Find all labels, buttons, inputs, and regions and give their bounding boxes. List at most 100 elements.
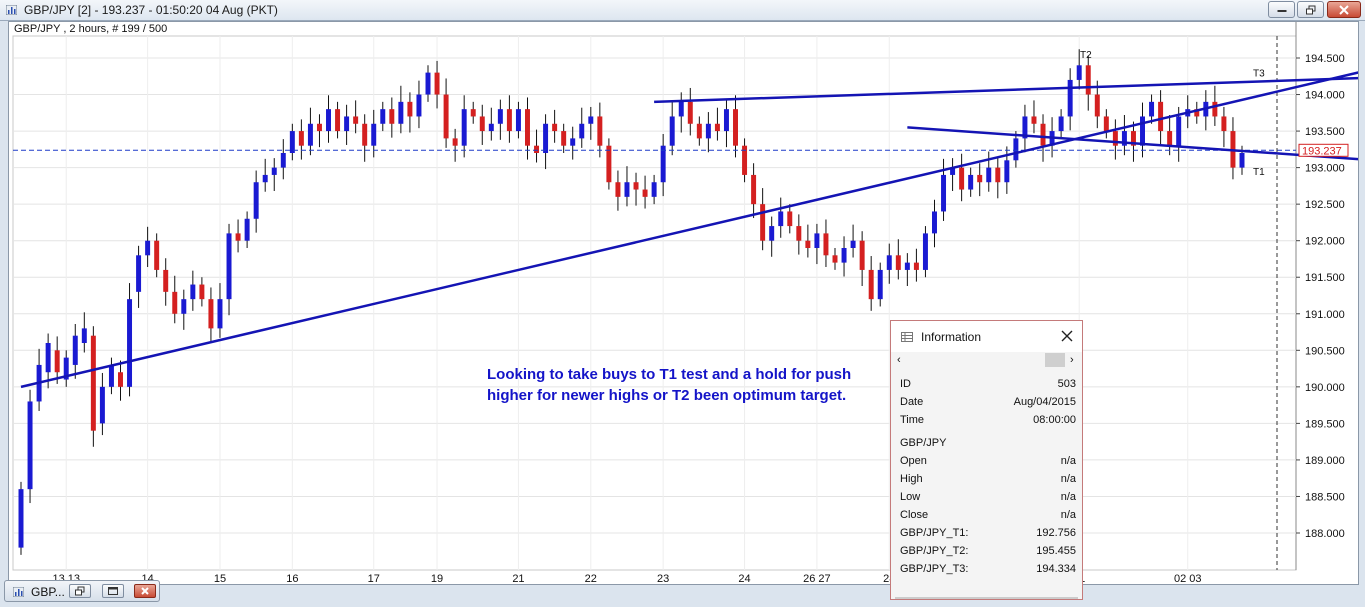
scroll-left-icon[interactable]: ‹ (897, 354, 901, 366)
annotation-line-1: Looking to take buys to T1 test and a ho… (487, 366, 852, 383)
bear-candle (859, 240, 865, 270)
grid-icon (901, 332, 913, 342)
bear-candle (696, 123, 702, 139)
current-price-label: 193.237 (1302, 145, 1342, 157)
bull-candle (181, 299, 187, 314)
bull-candle (488, 123, 494, 132)
bull-candle (425, 72, 431, 95)
bear-candle (615, 182, 621, 197)
bear-candle (913, 262, 919, 270)
minimized-maximize-button[interactable] (102, 584, 124, 598)
bull-candle (986, 167, 992, 183)
price-tick-label: 189.500 (1305, 418, 1345, 430)
bull-candle (271, 167, 277, 175)
bear-candle (316, 123, 322, 132)
bull-candle (877, 269, 883, 300)
bull-candle (850, 240, 856, 248)
window-titlebar[interactable]: GBP/JPY [2] - 193.237 - 01:50:20 04 Aug … (0, 0, 1365, 21)
price-tick-label: 194.000 (1305, 90, 1345, 102)
bull-candle (136, 255, 142, 292)
scroll-thumb[interactable] (1045, 353, 1065, 367)
trendline-label: T2 (1080, 50, 1092, 61)
information-panel[interactable]: Information ‹ › ID 503 Date Aug/04/2015 … (890, 320, 1083, 600)
bear-candle (832, 255, 838, 263)
chart-app-icon (13, 587, 24, 597)
info-row-t1: GBP/JPY_T1: 192.756 (900, 527, 1076, 539)
bear-candle (868, 269, 874, 300)
bear-candle (443, 94, 449, 139)
info-row-t3: GBP/JPY_T3: 194.334 (900, 563, 1076, 575)
minimized-window[interactable]: GBP... (4, 580, 160, 602)
information-title: Information (921, 330, 982, 344)
bull-candle (217, 299, 223, 329)
bull-candle (262, 174, 268, 183)
date-tick-label: 17 (368, 573, 380, 584)
date-tick-label: 02 03 (1174, 573, 1202, 584)
price-tick-label: 192.000 (1305, 236, 1345, 248)
price-tick-label: 193.000 (1305, 163, 1345, 175)
bear-candle (1212, 101, 1218, 117)
bull-candle (108, 364, 114, 387)
minimize-icon (1277, 9, 1286, 12)
minimized-restore-button[interactable] (69, 584, 91, 598)
bear-candle (506, 109, 512, 132)
panel-bottom-bar (895, 597, 1078, 599)
bear-candle (787, 211, 793, 227)
bull-candle (99, 386, 105, 424)
bull-candle (1140, 116, 1145, 146)
bull-candle (922, 233, 928, 270)
bear-candle (733, 109, 738, 146)
bull-candle (244, 218, 250, 241)
trade-annotation: Looking to take buys to T1 test and a ho… (487, 364, 851, 406)
close-icon[interactable] (1061, 330, 1073, 342)
bull-candle (326, 109, 331, 132)
bear-candle (1221, 116, 1227, 132)
bull-candle (1239, 153, 1245, 168)
bull-candle (145, 240, 151, 256)
horizontal-scrollbar[interactable]: ‹ › (895, 353, 1079, 367)
date-tick-label: 16 (286, 573, 298, 584)
price-tick-label: 191.000 (1305, 309, 1345, 321)
close-button[interactable] (1327, 1, 1361, 18)
bear-candle (805, 240, 811, 248)
bear-candle (1158, 101, 1164, 132)
minimized-close-button[interactable] (134, 584, 156, 598)
bull-candle (579, 123, 585, 139)
date-tick-label: 21 (512, 573, 524, 584)
price-tick-label: 193.500 (1305, 126, 1345, 138)
restore-button[interactable] (1297, 1, 1324, 18)
bull-candle (678, 101, 684, 117)
price-tick-label: 191.500 (1305, 272, 1345, 284)
bull-candle (289, 131, 295, 153)
bear-candle (751, 174, 757, 205)
restore-icon (75, 586, 85, 596)
bear-candle (1040, 123, 1046, 146)
scroll-right-icon[interactable]: › (1070, 354, 1074, 366)
bear-candle (760, 204, 766, 241)
bear-candle (90, 335, 96, 431)
information-header[interactable]: Information (891, 321, 1082, 352)
bull-candle (1013, 138, 1019, 161)
info-row-low: Low n/a (900, 491, 1076, 503)
bear-candle (1094, 94, 1100, 117)
bull-candle (886, 255, 892, 270)
minimized-title: GBP... (31, 585, 65, 599)
bull-candle (660, 145, 666, 183)
chart-panel[interactable]: 194.500 194.000 193.500 193.000 192.500 192.0… (8, 21, 1359, 585)
bull-candle (344, 116, 350, 132)
bear-candle (362, 123, 368, 146)
window-title: GBP/JPY [2] - 193.237 - 01:50:20 04 Aug … (24, 3, 278, 17)
price-chart[interactable]: 194.500 194.000 193.500 193.000 192.500 192.0… (9, 22, 1358, 584)
bull-candle (515, 109, 521, 132)
symbol-label: GBP/JPY , 2 hours, # 199 / 500 (14, 23, 168, 35)
annotation-line-2: higher for newer highs or T2 been optimu… (487, 387, 847, 404)
minimize-button[interactable] (1268, 1, 1295, 18)
bear-candle (561, 131, 567, 146)
bear-candle (687, 101, 693, 124)
info-row-t2: GBP/JPY_T2: 195.455 (900, 545, 1076, 557)
price-tick-label: 189.000 (1305, 455, 1345, 467)
bear-candle (525, 109, 530, 146)
bear-candle (470, 109, 476, 117)
price-tick-label: 188.000 (1305, 528, 1345, 540)
bear-candle (1031, 116, 1037, 124)
